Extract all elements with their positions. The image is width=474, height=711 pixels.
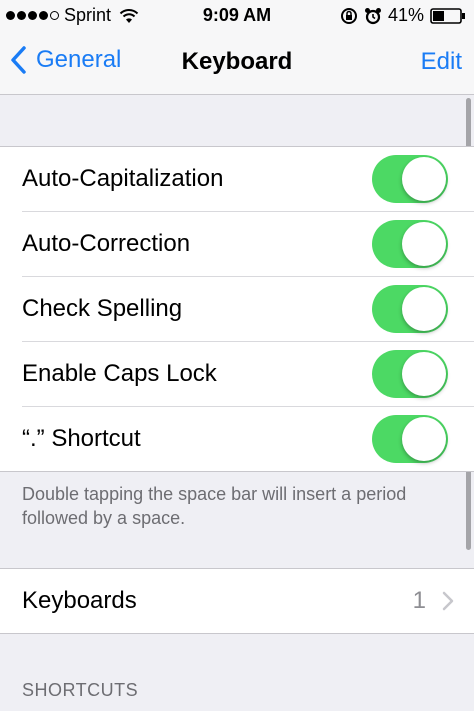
rotation-lock-icon <box>340 7 357 24</box>
keyboards-row[interactable]: Keyboards 1 <box>22 569 474 633</box>
enable-caps-lock-toggle[interactable] <box>372 350 448 398</box>
navigation-bar: General Keyboard Edit <box>0 30 474 95</box>
page-title: Keyboard <box>181 48 293 75</box>
auto-correction-toggle[interactable] <box>372 220 448 268</box>
setting-label: Check Spelling <box>22 295 183 322</box>
status-right: 41% <box>340 5 466 26</box>
period-shortcut-toggle[interactable] <box>372 415 448 463</box>
setting-label: Auto-Capitalization <box>22 165 224 192</box>
setting-row-auto-capitalization: Auto-Capitalization <box>22 147 474 212</box>
status-bar: Sprint 9:09 AM 41% <box>0 0 474 30</box>
setting-label: Auto-Correction <box>22 230 191 257</box>
setting-row-enable-caps-lock: Enable Caps Lock <box>22 342 474 407</box>
check-spelling-toggle[interactable] <box>372 285 448 333</box>
auto-capitalization-toggle[interactable] <box>372 155 448 203</box>
keyboard-toggles-group: Auto-Capitalization Auto-Correction Chec… <box>0 146 474 472</box>
battery-icon <box>430 7 465 24</box>
setting-row-auto-correction: Auto-Correction <box>22 212 474 277</box>
battery-percent: 41% <box>387 5 424 25</box>
setting-label: Enable Caps Lock <box>22 360 217 387</box>
shortcuts-section-header: SHORTCUTS <box>22 680 139 700</box>
edit-button[interactable]: Edit <box>421 48 462 76</box>
setting-label: “.” Shortcut <box>22 425 141 452</box>
keyboards-count: 1 <box>412 587 426 614</box>
setting-row-period-shortcut: “.” Shortcut <box>22 407 474 471</box>
setting-row-check-spelling: Check Spelling <box>22 277 474 342</box>
alarm-icon <box>364 7 381 24</box>
period-shortcut-footer-note: Double tapping the space bar will insert… <box>22 484 407 528</box>
chevron-right-icon <box>442 591 454 611</box>
keyboards-group: Keyboards 1 <box>0 568 474 634</box>
keyboards-label: Keyboards <box>22 587 137 614</box>
